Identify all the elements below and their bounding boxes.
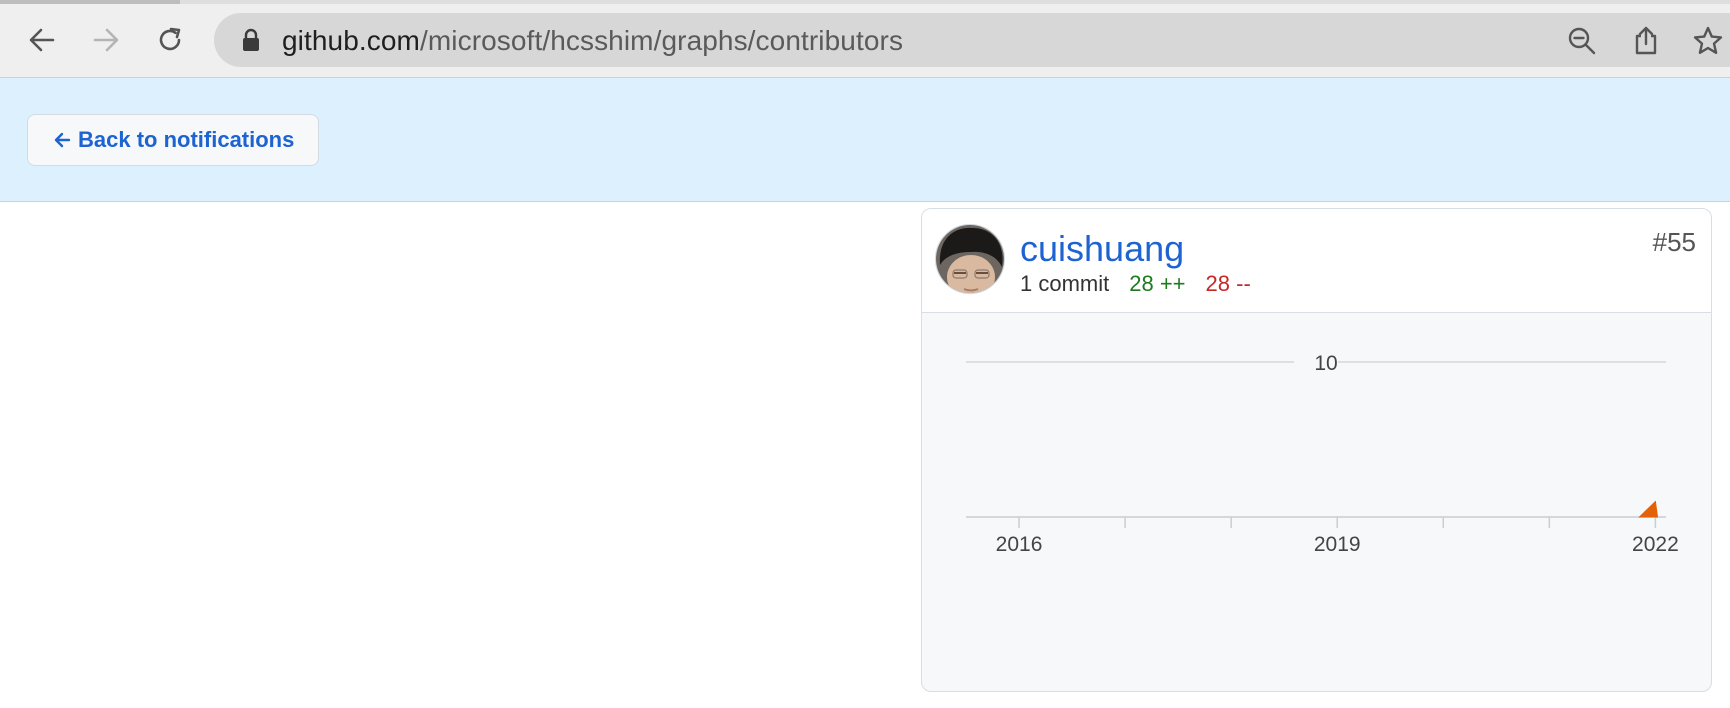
url-text[interactable]: github.com/microsoft/hcsshim/graphs/cont…	[282, 25, 903, 57]
url-host: github.com	[282, 25, 420, 56]
forward-arrow-icon[interactable]	[86, 20, 126, 60]
x-tick-label: 2019	[1314, 533, 1361, 556]
url-path: /microsoft/hcsshim/graphs/contributors	[419, 25, 904, 56]
commit-count[interactable]: 1 commit	[1020, 271, 1109, 296]
y-tick-label: 10	[1314, 352, 1337, 375]
commit-area	[1638, 500, 1659, 518]
back-arrow-icon[interactable]	[22, 20, 62, 60]
reload-icon[interactable]	[150, 20, 190, 60]
contributor-rank: #55	[1652, 227, 1696, 257]
browser-toolbar: github.com/microsoft/hcsshim/graphs/cont…	[0, 0, 1730, 78]
back-button-label: Back to notifications	[78, 127, 295, 152]
lock-icon	[243, 28, 259, 51]
avatar[interactable]	[935, 224, 1005, 294]
contributor-header: cuishuang 1 commit 28 ++ 28 -- #55	[922, 209, 1711, 313]
contributor-username-link[interactable]: cuishuang	[1020, 228, 1184, 270]
share-icon[interactable]	[1630, 25, 1662, 57]
x-tick-label: 2022	[1632, 533, 1679, 556]
zoom-out-icon[interactable]	[1566, 25, 1598, 57]
deletions-count: 28 --	[1205, 271, 1251, 296]
notification-banner: Back to notifications	[0, 78, 1730, 202]
contributor-card: cuishuang 1 commit 28 ++ 28 -- #55 10 2016 2…	[921, 208, 1712, 692]
arrow-left-icon	[52, 130, 72, 150]
x-tick-label: 2016	[996, 533, 1043, 556]
address-bar[interactable]: github.com/microsoft/hcsshim/graphs/cont…	[214, 13, 1730, 67]
back-to-notifications-button[interactable]: Back to notifications	[27, 114, 320, 166]
tab-strip-edge	[0, 0, 1730, 4]
bookmark-star-icon[interactable]	[1692, 25, 1724, 57]
contributor-stats: 1 commit 28 ++ 28 --	[1020, 271, 1251, 297]
contribution-chart: 10 2016 2019 2022	[922, 314, 1711, 691]
additions-count: 28 ++	[1129, 271, 1186, 296]
